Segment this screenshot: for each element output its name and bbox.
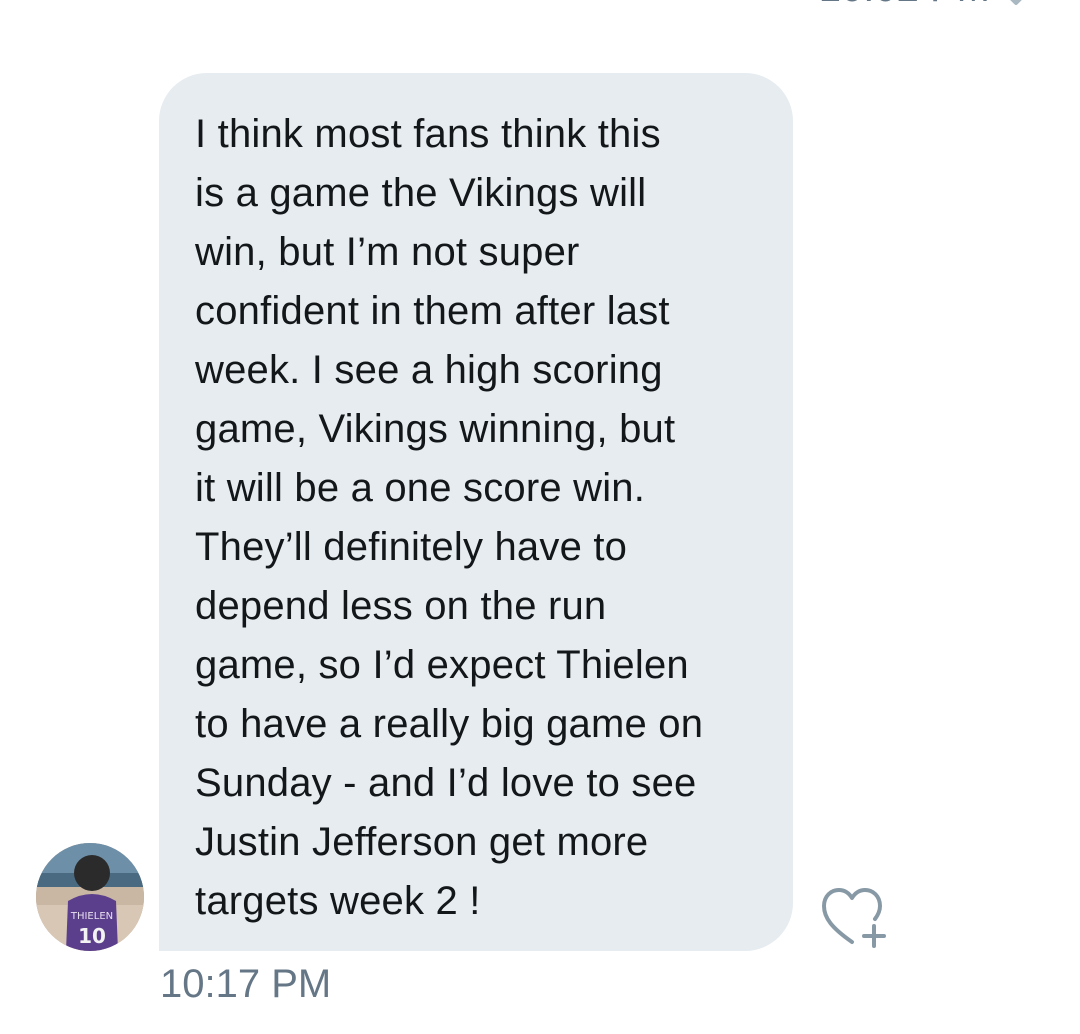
message-timestamp: 10:17 PM bbox=[160, 962, 332, 1006]
avatar-image: THIELEN 10 bbox=[36, 843, 144, 951]
check-icon bbox=[1010, 0, 1022, 5]
message-text: I think most fans think this is a game t… bbox=[195, 112, 704, 923]
svg-text:10: 10 bbox=[78, 924, 106, 948]
heart-plus-icon[interactable] bbox=[818, 884, 890, 948]
previous-message-timestamp: 10:02 PM bbox=[819, 0, 990, 11]
svg-text:THIELEN: THIELEN bbox=[70, 911, 113, 922]
message-bubble[interactable]: I think most fans think this is a game t… bbox=[159, 73, 793, 951]
sender-avatar[interactable]: THIELEN 10 bbox=[36, 843, 144, 951]
